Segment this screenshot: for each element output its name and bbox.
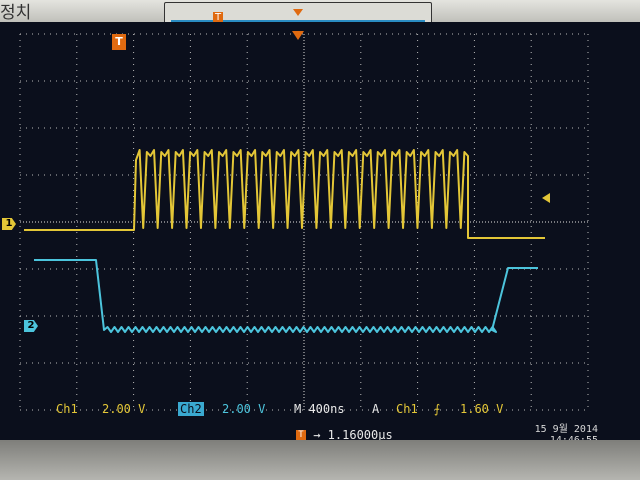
ch1-waveform — [24, 149, 545, 239]
ch2-waveform — [34, 259, 538, 333]
ch2-scale: 2.00 V — [222, 402, 266, 416]
bottom-bezel — [0, 440, 640, 480]
trigger-position-icon: T — [112, 34, 126, 50]
rising-edge-icon: ⨍ — [434, 402, 441, 416]
timebase-readout: M 400ns — [294, 402, 345, 416]
trigger-level-icon — [542, 193, 550, 203]
status-readout: Ch1 2.00 V Ch2 2.00 V M 400ns A Ch1 ⨍ 1.… — [56, 402, 516, 418]
ch1-label: Ch1 — [56, 402, 78, 416]
corner-label: 정치 — [0, 3, 32, 23]
date-text: 15 9월 2014 — [534, 424, 598, 435]
graticule — [19, 33, 589, 411]
trigger-level: 1.60 V — [460, 402, 504, 416]
ch2-trace — [34, 259, 538, 333]
ch1-scale: 2.00 V — [102, 402, 146, 416]
trigger-mode: A — [372, 402, 380, 416]
ch1-trace — [24, 149, 545, 239]
record-position-icon — [293, 9, 303, 16]
waveform-display — [19, 33, 589, 411]
center-marker-icon — [292, 31, 304, 40]
ch2-label: Ch2 — [178, 402, 204, 416]
trigger-channel: Ch1 — [396, 402, 418, 416]
